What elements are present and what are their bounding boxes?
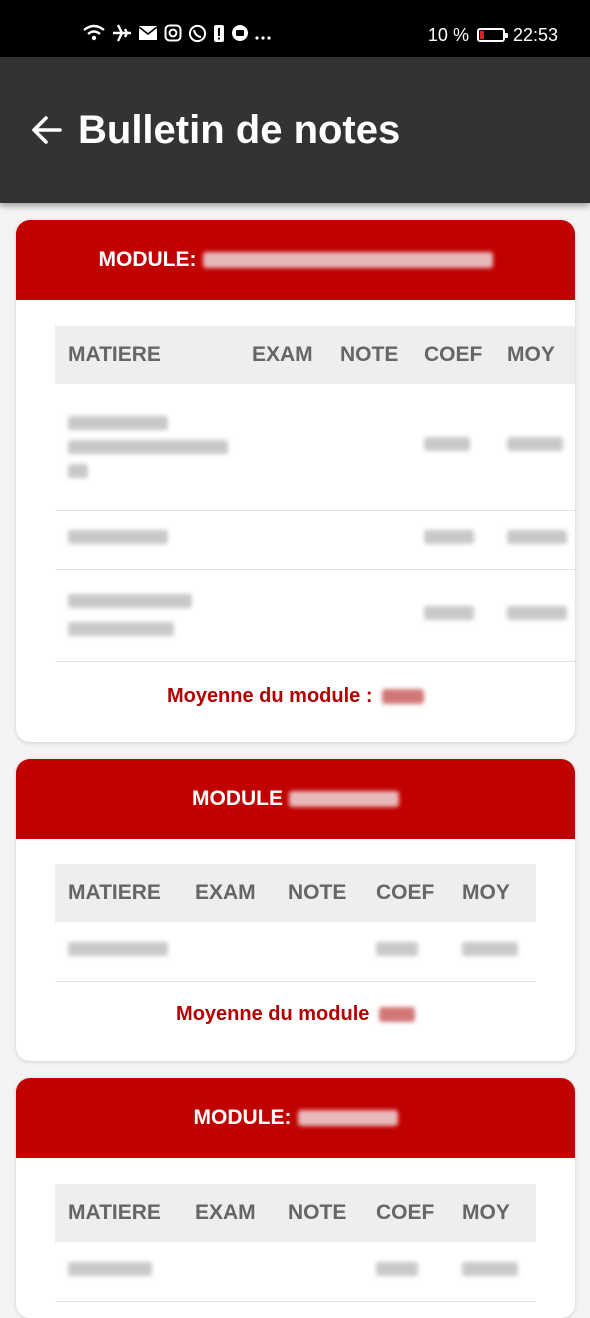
column-header-matiere: MATIERE: [55, 326, 252, 384]
battery-percent: 10 %: [427, 24, 469, 45]
mail-icon: [138, 25, 158, 45]
status-icons: [82, 22, 271, 48]
module-average-label: Moyenne du module :: [166, 685, 373, 707]
battery-alert-icon: [213, 23, 225, 47]
cell-moy: [462, 922, 536, 982]
module-name-redacted: [297, 1110, 398, 1126]
cell-exam: [195, 922, 288, 982]
table-row: [55, 510, 575, 570]
module-average: Moyenne du module :: [16, 685, 575, 708]
cell-note: [340, 384, 424, 511]
status-bar: 10 % 22:53: [0, 0, 590, 57]
cell-matiere: [55, 569, 252, 662]
instagram-icon: [164, 24, 182, 46]
column-header-moy: MOY: [462, 1184, 536, 1242]
module-header: MODULE: [16, 759, 575, 839]
column-header-note: NOTE: [288, 864, 376, 922]
column-header-coef: COEF: [376, 864, 462, 922]
cell-note: [288, 1242, 376, 1302]
column-header-moy: MOY: [507, 326, 575, 384]
column-header-moy: MOY: [462, 864, 536, 922]
cell-note: [288, 922, 376, 982]
column-header-matiere: MATIERE: [55, 1184, 195, 1242]
cell-note: [340, 510, 424, 570]
app-bar: Bulletin de notes: [0, 57, 590, 203]
module-average: Moyenne du module: [16, 1003, 575, 1026]
airplane-icon: [112, 23, 132, 47]
grades-table: MATIERE EXAM NOTE COEF MOY: [55, 1184, 536, 1302]
cell-moy: [507, 569, 575, 662]
cell-matiere: [55, 510, 252, 570]
column-header-note: NOTE: [288, 1184, 376, 1242]
module-card: MODULE: MATIERE EXAM NOTE COEF MOY: [16, 1078, 575, 1318]
module-name-redacted: [202, 252, 493, 268]
cell-coef: [424, 569, 507, 662]
table-header-row: MATIERE EXAM NOTE COEF MOY: [55, 326, 575, 384]
table-row: [55, 569, 575, 662]
module-average-label: Moyenne du module: [176, 1003, 370, 1025]
module-average-value-redacted: [382, 689, 425, 705]
table-row: [55, 922, 536, 982]
battery-icon: [476, 28, 508, 42]
cell-note: [340, 569, 424, 662]
column-header-exam: EXAM: [195, 864, 288, 922]
column-header-note: NOTE: [340, 326, 424, 384]
arrow-left-icon[interactable]: [30, 113, 64, 147]
cell-matiere: [55, 922, 195, 982]
column-header-exam: EXAM: [195, 1184, 288, 1242]
module-card: MODULE MATIERE EXAM NOTE COEF MOY Moyenn…: [16, 759, 575, 1061]
module-header: MODULE:: [16, 1078, 575, 1158]
whatsapp-icon: [188, 24, 207, 47]
module-card: MODULE: MATIERE EXAM NOTE COEF MOY: [16, 220, 575, 742]
table-row: [55, 384, 575, 511]
cell-matiere: [55, 384, 252, 511]
column-header-matiere: MATIERE: [55, 864, 195, 922]
table-row: [55, 1242, 536, 1302]
status-right: 10 % 22:53: [428, 22, 558, 48]
cell-coef: [424, 384, 507, 511]
cell-exam: [252, 569, 340, 662]
module-name-redacted: [289, 791, 399, 807]
cell-exam: [252, 510, 340, 570]
module-label: MODULE:: [193, 1106, 292, 1129]
cell-exam: [252, 384, 340, 511]
more-icon: [255, 25, 271, 45]
cell-coef: [424, 510, 507, 570]
app-icon: [231, 24, 249, 46]
cell-moy: [507, 384, 575, 511]
column-header-coef: COEF: [424, 326, 507, 384]
table-header-row: MATIERE EXAM NOTE COEF MOY: [55, 1184, 536, 1242]
wifi-icon: [82, 23, 106, 47]
table-header-row: MATIERE EXAM NOTE COEF MOY: [55, 864, 536, 922]
module-average-value-redacted: [378, 1007, 415, 1023]
column-header-exam: EXAM: [252, 326, 340, 384]
column-header-coef: COEF: [376, 1184, 462, 1242]
page-title: Bulletin de notes: [78, 108, 401, 152]
module-header: MODULE:: [16, 220, 575, 300]
cell-coef: [376, 922, 462, 982]
cell-matiere: [55, 1242, 195, 1302]
cell-exam: [195, 1242, 288, 1302]
cell-coef: [376, 1242, 462, 1302]
grades-table: MATIERE EXAM NOTE COEF MOY: [55, 326, 575, 662]
module-label: MODULE:: [98, 248, 197, 271]
grades-table: MATIERE EXAM NOTE COEF MOY: [55, 864, 536, 982]
cell-moy: [507, 510, 575, 570]
cell-moy: [462, 1242, 536, 1302]
module-label: MODULE: [192, 787, 283, 810]
clock: 22:53: [512, 24, 558, 45]
